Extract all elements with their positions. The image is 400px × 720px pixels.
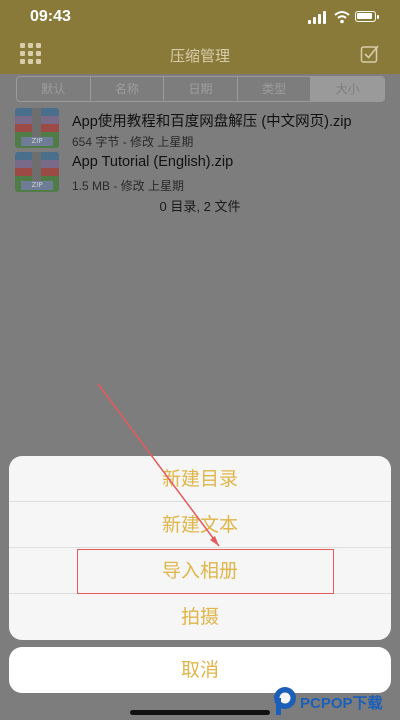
file-name: App使用教程和百度网盘解压 (中文网页).zip (72, 114, 352, 130)
wifi-icon (334, 11, 350, 24)
page-title: 压缩管理 (169, 48, 230, 65)
tab-type[interactable]: 类型 (238, 77, 312, 101)
nav-bar: 压缩管理 (0, 34, 400, 74)
select-check-icon[interactable] (360, 44, 380, 64)
zip-file-icon: ZIP (15, 152, 59, 192)
annotation-highlight-box (77, 549, 334, 594)
signal-icon (313, 17, 316, 24)
tab-date[interactable]: 日期 (164, 77, 238, 101)
new-text-button[interactable]: 新建文本 (9, 502, 391, 548)
watermark-logo-icon (274, 687, 296, 715)
folder-summary: 0 目录, 2 文件 (159, 199, 241, 214)
file-name: App Tutorial (English).zip (72, 154, 234, 170)
tab-default[interactable]: 默认 (17, 77, 91, 101)
signal-icon (308, 20, 311, 24)
file-list-item[interactable]: ZIP App使用教程和百度网盘解压 (中文网页).zip 654 字节 - 修… (0, 108, 400, 152)
new-folder-button[interactable]: 新建目录 (9, 456, 391, 502)
battery-icon (355, 11, 376, 22)
status-time: 09:43 (30, 8, 71, 25)
status-bar: 09:43 (0, 0, 400, 34)
signal-icon (318, 14, 321, 24)
tab-size[interactable]: 大小 (311, 77, 384, 101)
status-icons (308, 10, 379, 24)
watermark-text: PCPOP下载 (300, 695, 383, 712)
zip-label: ZIP (21, 181, 53, 190)
file-meta: 1.5 MB - 修改 上星期 (72, 179, 185, 193)
zip-file-icon: ZIP (15, 108, 59, 148)
take-photo-button[interactable]: 拍摄 (9, 594, 391, 640)
signal-icon (323, 11, 326, 24)
file-list-item[interactable]: ZIP App Tutorial (English).zip 1.5 MB - … (0, 152, 400, 196)
file-meta: 654 字节 - 修改 上星期 (72, 135, 194, 149)
action-sheet: 新建目录 新建文本 导入相册 拍摄 (9, 456, 391, 640)
zip-label: ZIP (21, 137, 53, 146)
sort-segmented-control: 默认 名称 日期 类型 大小 (16, 76, 385, 102)
watermark: PCPOP下载 (272, 685, 400, 717)
home-indicator (130, 710, 270, 715)
tab-name[interactable]: 名称 (91, 77, 165, 101)
battery-tip (377, 15, 379, 19)
